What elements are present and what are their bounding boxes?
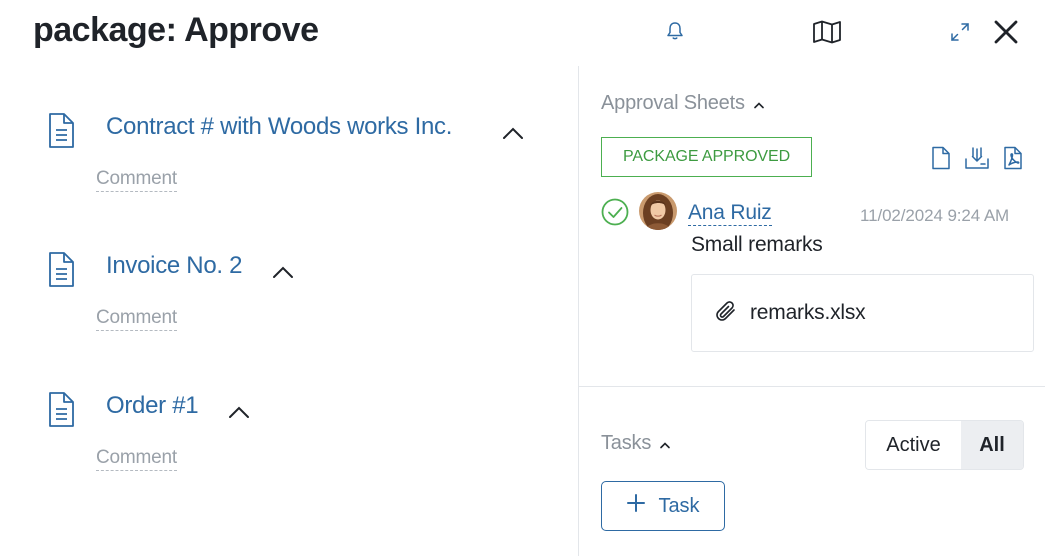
tasks-header[interactable]: Tasks xyxy=(601,432,671,455)
approval-timestamp: 11/02/2024 9:24 AM xyxy=(860,206,1010,225)
approval-comment: Small remarks xyxy=(691,233,823,256)
comment-link[interactable]: Comment xyxy=(96,168,177,192)
approval-sheets-title: Approval Sheets xyxy=(601,92,745,114)
avatar[interactable] xyxy=(639,192,677,230)
pdf-icon[interactable] xyxy=(1003,146,1023,175)
document-name[interactable]: Invoice No. 2 xyxy=(106,252,242,280)
add-task-label: Task xyxy=(658,494,700,517)
page-title: package: Approve xyxy=(33,11,319,49)
document-name[interactable]: Contract # with Woods works Inc. xyxy=(106,113,452,141)
panel-divider xyxy=(578,66,579,556)
tasks-filter-toggle: Active All xyxy=(865,420,1024,470)
document-name[interactable]: Order #1 xyxy=(106,392,199,420)
filter-active-button[interactable]: Active xyxy=(866,421,961,469)
approval-sheets-header[interactable]: Approval Sheets xyxy=(601,92,765,115)
comment-link[interactable]: Comment xyxy=(96,447,177,471)
document-icon xyxy=(46,391,76,434)
tasks-title: Tasks xyxy=(601,432,652,454)
document-item: Invoice No. 2 Comment xyxy=(46,251,566,341)
document-item: Contract # with Woods works Inc. Comment xyxy=(46,112,566,202)
chevron-up-icon[interactable] xyxy=(228,405,250,424)
file-icon[interactable] xyxy=(931,146,951,175)
document-icon xyxy=(46,251,76,294)
paperclip-icon xyxy=(714,299,738,328)
attachment-filename: remarks.xlsx xyxy=(750,301,866,324)
expand-icon[interactable] xyxy=(948,20,972,44)
close-icon[interactable] xyxy=(991,17,1021,47)
approver-name[interactable]: Ana Ruiz xyxy=(688,201,772,226)
add-task-button[interactable]: Task xyxy=(601,481,725,531)
status-badge: PACKAGE APPROVED xyxy=(601,137,812,177)
chevron-up-icon[interactable] xyxy=(272,265,294,284)
bell-icon[interactable] xyxy=(664,20,686,42)
document-item: Order #1 Comment xyxy=(46,391,566,481)
comment-link[interactable]: Comment xyxy=(96,307,177,331)
approved-check-icon xyxy=(601,198,629,231)
document-icon xyxy=(46,112,76,155)
map-icon[interactable] xyxy=(811,19,843,45)
chevron-up-icon[interactable] xyxy=(502,126,524,145)
plus-icon xyxy=(626,493,646,519)
chevron-up-icon xyxy=(753,92,765,115)
attachment-card[interactable]: remarks.xlsx xyxy=(691,274,1034,352)
filter-all-button[interactable]: All xyxy=(961,421,1023,469)
chevron-up-icon xyxy=(659,432,671,455)
section-divider xyxy=(579,386,1045,387)
download-icon[interactable] xyxy=(964,146,990,175)
